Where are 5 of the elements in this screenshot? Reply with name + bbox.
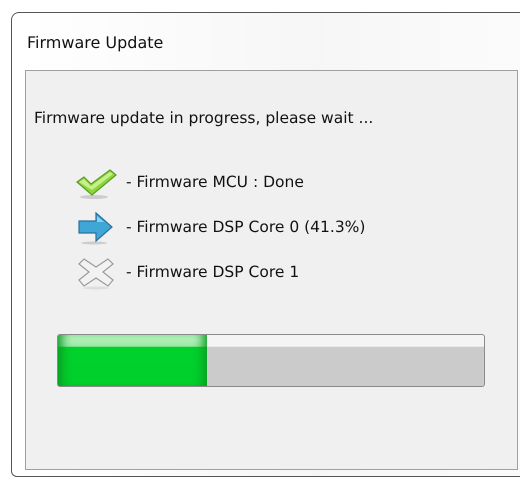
- step-label: - Firmware MCU : Done: [126, 172, 304, 194]
- window-title: Firmware Update: [27, 33, 164, 52]
- status-message: Firmware update in progress, please wait ...: [34, 108, 374, 129]
- step-label: - Firmware DSP Core 1: [126, 262, 300, 284]
- step-label: - Firmware DSP Core 0 (41.3%): [126, 217, 366, 238]
